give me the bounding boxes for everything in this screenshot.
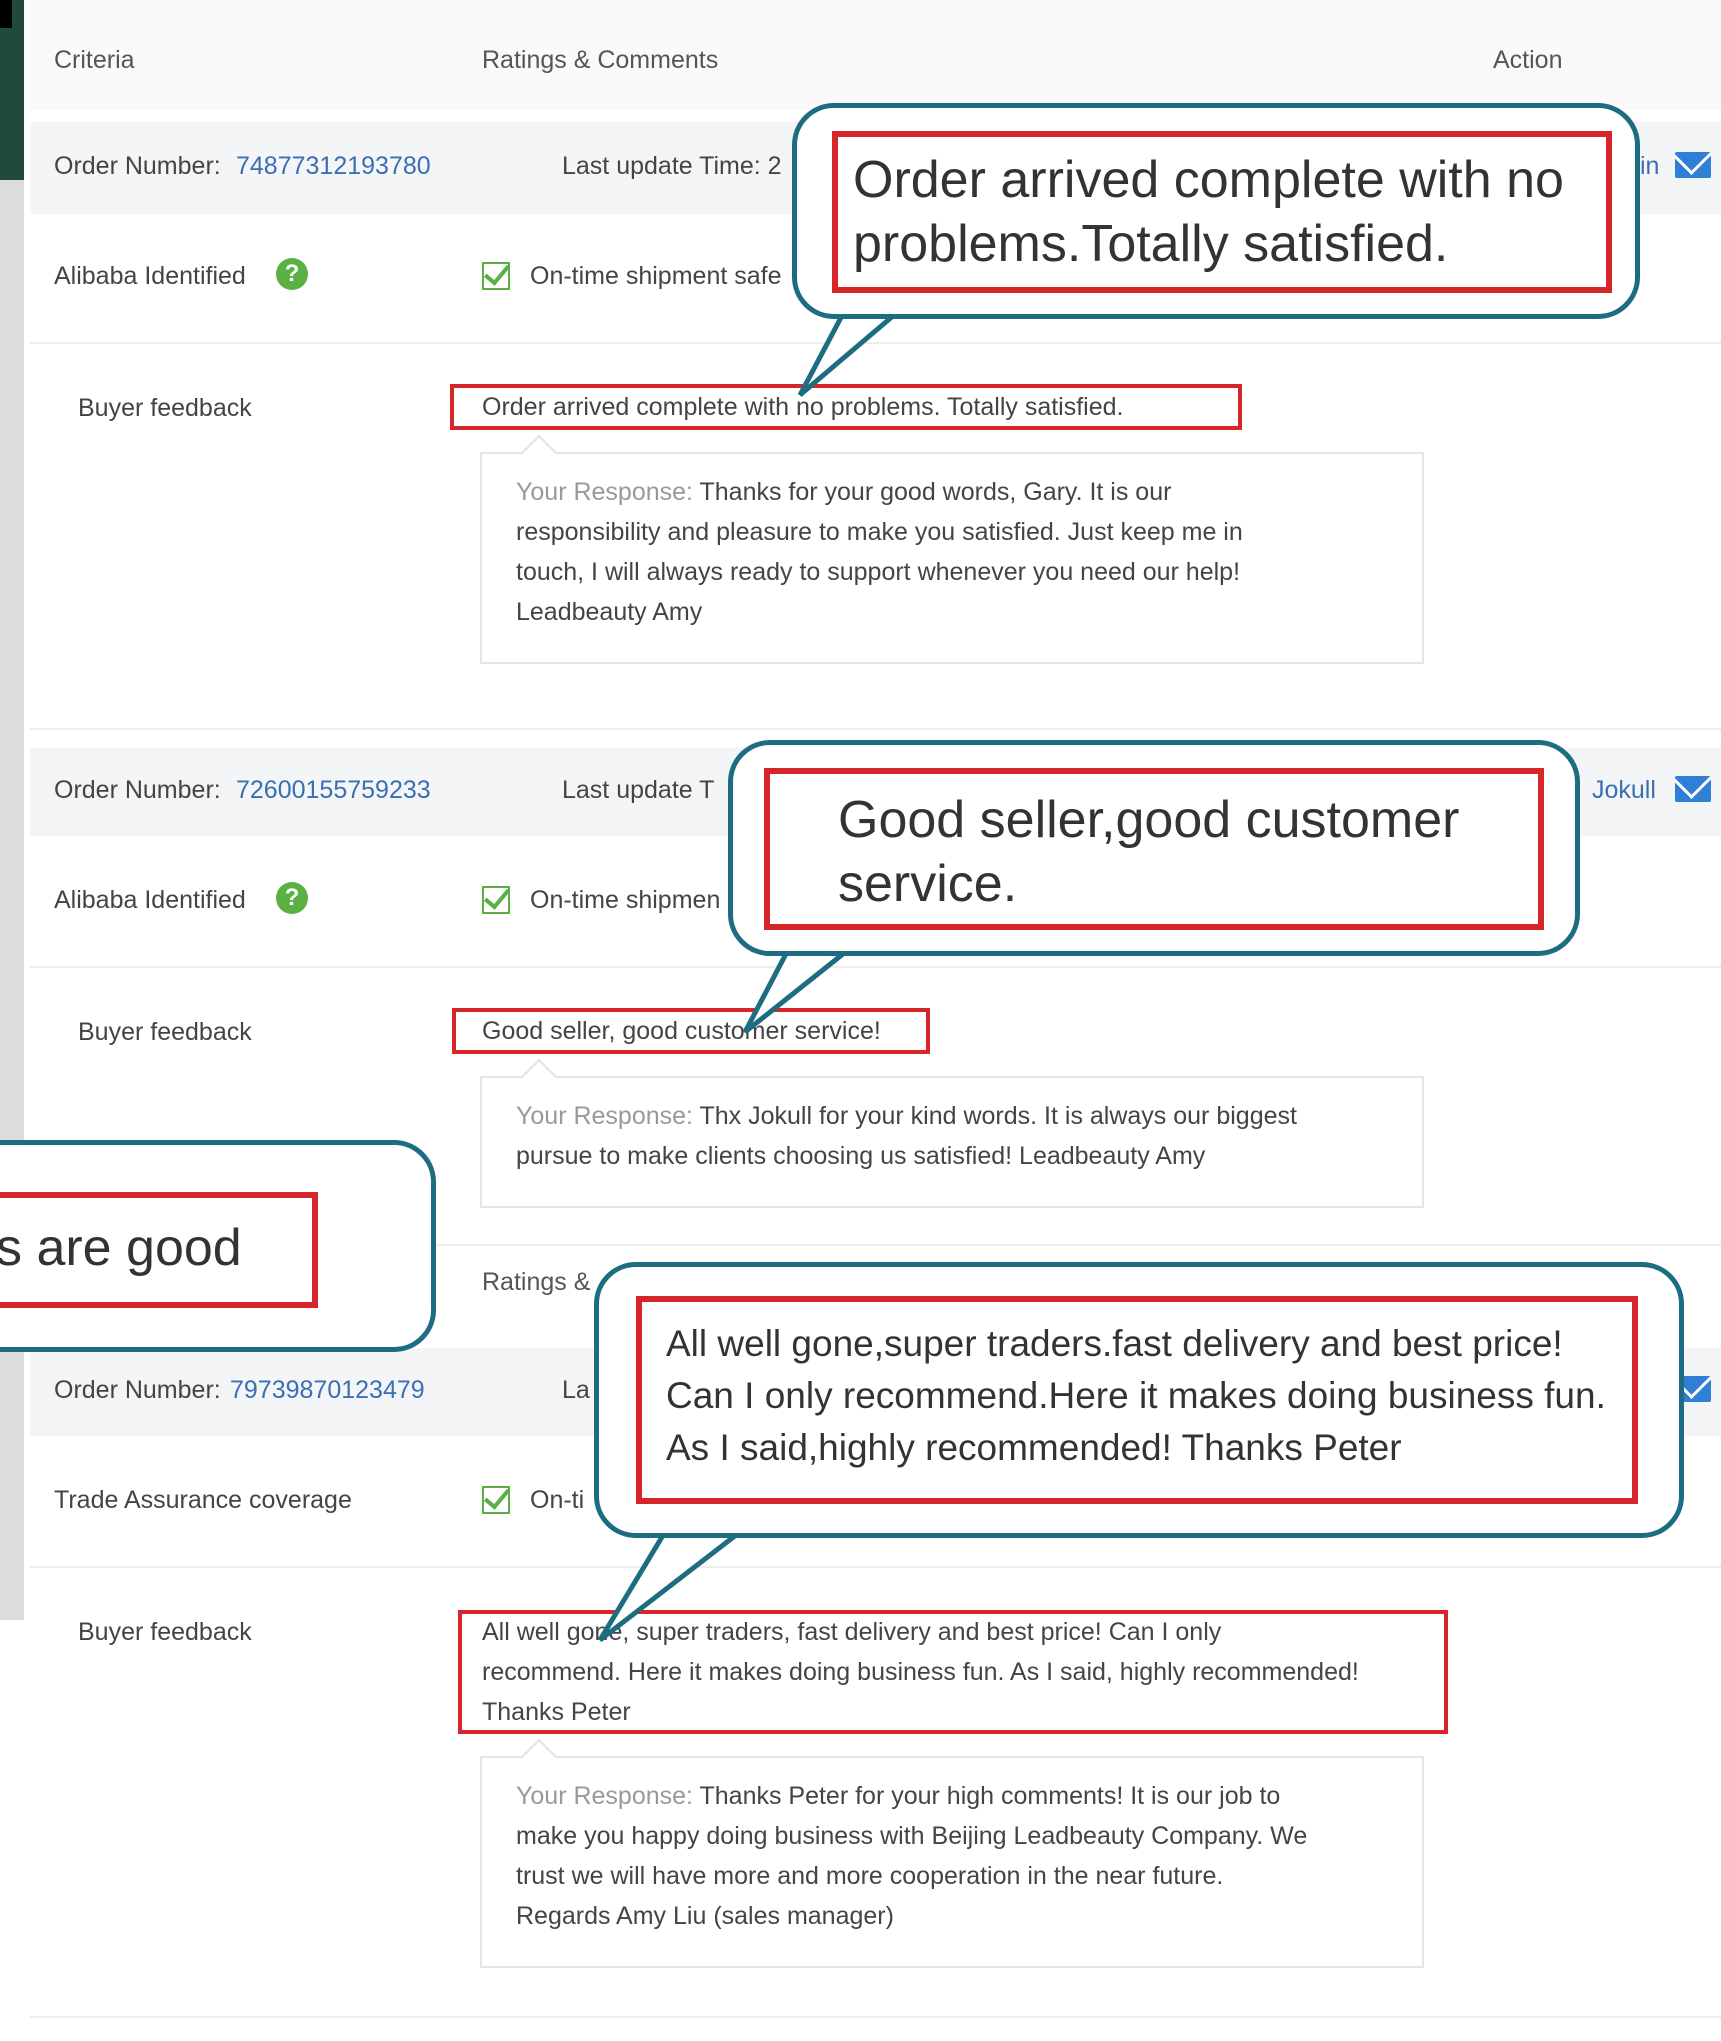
callout-line: Good seller,good customer <box>838 791 1460 849</box>
callout-text: s are good <box>0 1219 242 1277</box>
callout-line: service. <box>838 855 1018 913</box>
callout-line: Order arrived complete with no <box>853 151 1564 209</box>
callout-text: All well gone,super traders.fast deliver… <box>666 1318 1606 1474</box>
callout-line: All well gone,super traders.fast deliver… <box>666 1323 1563 1364</box>
callout-line: problems.Totally satisfied. <box>853 215 1449 273</box>
callout-text: Order arrived complete with no problems.… <box>853 148 1564 276</box>
callout-line: As I said,highly recommended! Thanks Pet… <box>666 1427 1402 1468</box>
callout-text: Good seller,good customer service. <box>838 788 1459 916</box>
callout-tail <box>597 1529 748 1642</box>
callout-tail <box>797 307 907 397</box>
callout-tail <box>742 947 856 1034</box>
callout-line: Can I only recommend.Here it makes doing… <box>666 1375 1606 1416</box>
